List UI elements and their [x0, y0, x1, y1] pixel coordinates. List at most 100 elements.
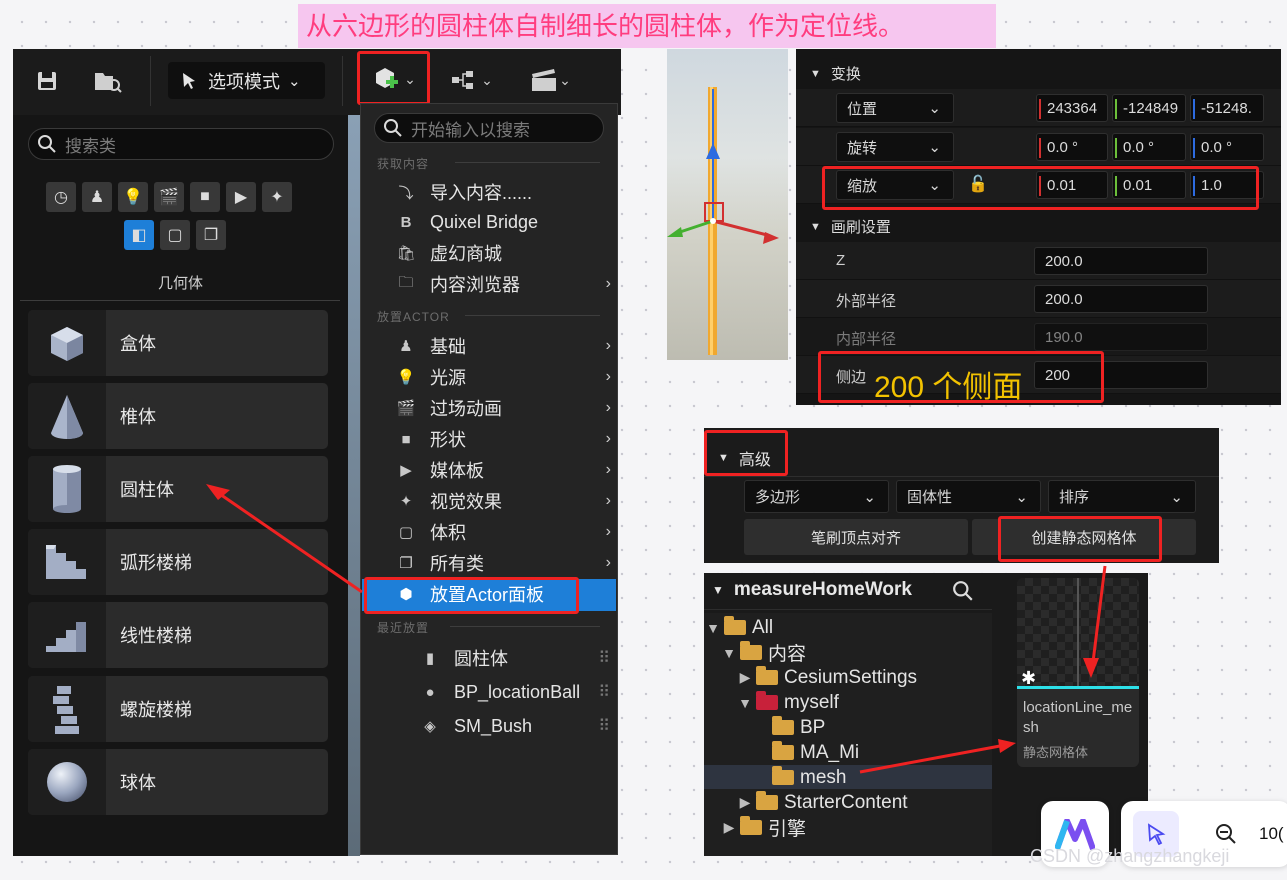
position-label: 位置	[847, 100, 878, 118]
rotation-dropdown[interactable]: 旋转 ⌄	[836, 132, 954, 162]
order-dropdown[interactable]: 排序 ⌄	[1048, 480, 1196, 513]
menu-item-place-actor-panel[interactable]: ⬢ 放置Actor面板	[396, 580, 611, 608]
caret-right-icon: ▶	[723, 819, 735, 835]
drag-handle-icon[interactable]: ⠿	[598, 716, 610, 736]
add-actor-button[interactable]: ⌄	[366, 60, 422, 98]
recent-icon[interactable]: ◷	[46, 182, 76, 212]
z-row: Z 200.0	[796, 242, 1281, 280]
tree-item-myself[interactable]: ▼ myself	[738, 690, 839, 715]
brush-section-header[interactable]: ▼ 画刷设置	[810, 216, 891, 237]
blueprint-button[interactable]: ⌄	[446, 66, 498, 94]
all-classes-icon[interactable]: ❐	[196, 220, 226, 250]
tree-label: BP	[800, 716, 826, 738]
mode-selector[interactable]: 选项模式 ⌄	[168, 62, 325, 99]
cinematic-icon[interactable]: 🎬	[154, 182, 184, 212]
highlight-advanced-header	[704, 430, 788, 476]
folder-icon	[772, 766, 794, 785]
effects-icon[interactable]: ✦	[262, 182, 292, 212]
browse-icon[interactable]	[92, 66, 124, 96]
menu-item-recent-cylinder[interactable]: ▮ 圆柱体 ⠿	[420, 644, 610, 672]
tree-item-mesh[interactable]: mesh	[754, 765, 846, 790]
basic-icon[interactable]: ♟	[82, 182, 112, 212]
tree-item-engine[interactable]: ▶ 引擎	[722, 815, 806, 840]
chevron-down-icon: ⌄	[288, 72, 301, 90]
menu-item-cinematics[interactable]: 🎬 过场动画 ›	[396, 394, 611, 422]
tree-item-starter[interactable]: ▶ StarterContent	[738, 790, 908, 815]
shape-item-spiral-stair[interactable]: 螺旋楼梯	[28, 676, 328, 742]
basic-icon: ♟	[399, 338, 413, 355]
caption-banner: 从六边形的圆柱体自制细长的圆柱体，作为定位线。	[298, 4, 996, 48]
shape-label: 弧形楼梯	[120, 553, 192, 573]
folder-icon	[756, 791, 778, 810]
z-label: Z	[836, 252, 846, 269]
menu-item-lights[interactable]: 💡 光源 ›	[396, 363, 611, 391]
browse-icon: 🗀	[398, 273, 414, 291]
rotation-x-field[interactable]: 0.0 °	[1036, 133, 1108, 161]
drag-handle-icon[interactable]: ⠿	[598, 648, 610, 668]
polygon-dropdown[interactable]: 多边形 ⌄	[744, 480, 889, 513]
menu-item-volumes[interactable]: ▢ 体积 ›	[396, 518, 611, 546]
folder-open-icon	[724, 616, 746, 635]
menu-item-media[interactable]: ▶ 媒体板 ›	[396, 456, 611, 484]
transform-section-header[interactable]: ▼ 变换	[810, 63, 861, 84]
inner-radius-label: 内部半径	[836, 331, 897, 348]
caret-down-icon: ▼	[712, 583, 724, 597]
class-search-input[interactable]: 搜索类	[28, 128, 334, 160]
geometry-icon[interactable]: ◧	[124, 220, 154, 250]
position-x-field[interactable]: 243364	[1036, 94, 1108, 122]
class-search-placeholder: 搜索类	[65, 136, 116, 156]
menu-search-input[interactable]: 开始输入以搜索	[374, 113, 604, 143]
tree-item-content[interactable]: ▼ 内容	[722, 640, 806, 665]
menu-item-content-browser[interactable]: 🗀 内容浏览器 ›	[396, 270, 611, 298]
annotation-arrow-left	[206, 484, 363, 594]
cinematics-button[interactable]: ⌄	[522, 64, 578, 96]
rotation-y-field[interactable]: 0.0 °	[1112, 133, 1186, 161]
lights-icon[interactable]: 💡	[118, 182, 148, 212]
shape-item-linear-stair[interactable]: 线性楼梯	[28, 602, 328, 668]
caret-right-icon: ▶	[739, 669, 751, 685]
z-field[interactable]: 200.0	[1034, 247, 1208, 275]
drag-handle-icon[interactable]: ⠿	[598, 682, 610, 702]
menu-item-shapes[interactable]: ■ 形状 ›	[396, 425, 611, 453]
tree-item-bp[interactable]: BP	[754, 715, 825, 740]
chevron-right-icon: ›	[605, 523, 611, 540]
position-dropdown[interactable]: 位置 ⌄	[836, 93, 954, 123]
outer-radius-field[interactable]: 200.0	[1034, 285, 1208, 313]
dropdown-label: 排序	[1059, 489, 1090, 506]
details-panel: ▼ 变换 位置 ⌄ 243364 -124849 -51248. 旋转 ⌄ 0.0 …	[796, 49, 1281, 405]
shape-item-cone[interactable]: 椎体	[28, 383, 328, 449]
volume-icon: ▢	[398, 524, 414, 541]
inner-radius-field: 190.0	[1034, 323, 1208, 351]
volumes-icon[interactable]: ▢	[160, 220, 190, 250]
position-row: 位置 ⌄ 243364 -124849 -51248.	[796, 89, 1281, 127]
position-y-field[interactable]: -124849	[1112, 94, 1186, 122]
shape-item-sphere[interactable]: 球体	[28, 749, 328, 815]
mode-label: 选项模式	[208, 71, 280, 92]
menu-item-recent-ball[interactable]: ● BP_locationBall ⠿	[420, 678, 610, 706]
menu-item-recent-bush[interactable]: ◈ SM_Bush ⠿	[420, 712, 610, 740]
menu-item-quixel[interactable]: B Quixel Bridge	[396, 208, 611, 236]
menu-item-effects[interactable]: ✦ 视觉效果 ›	[396, 487, 611, 515]
shape-label: 线性楼梯	[120, 626, 192, 646]
media-icon[interactable]: ▶	[226, 182, 256, 212]
position-z-field[interactable]: -51248.	[1190, 94, 1264, 122]
menu-item-label: 视觉效果	[430, 492, 502, 512]
shape-label: 圆柱体	[120, 480, 174, 500]
value-text: 243364	[1047, 99, 1098, 117]
align-brush-vertices-button[interactable]: 笔刷顶点对齐	[744, 519, 968, 555]
menu-item-label: 放置Actor面板	[430, 585, 545, 605]
tree-item-all[interactable]: ▼ All	[706, 615, 773, 640]
rotation-z-field[interactable]: 0.0 °	[1190, 133, 1264, 161]
zoom-out-icon[interactable]	[1214, 822, 1238, 846]
menu-item-marketplace[interactable]: 🛍 虚幻商城	[396, 239, 611, 267]
shapes-icon[interactable]: ■	[190, 182, 220, 212]
menu-item-all-classes[interactable]: ❐ 所有类 ›	[396, 549, 611, 577]
menu-item-basic[interactable]: ♟ 基础 ›	[396, 332, 611, 360]
shape-item-box[interactable]: 盒体	[28, 310, 328, 376]
menu-item-import[interactable]: ⤵ 导入内容......	[396, 178, 611, 206]
menu-search-placeholder: 开始输入以搜索	[411, 120, 530, 140]
solidity-dropdown[interactable]: 固体性 ⌄	[896, 480, 1041, 513]
tree-label: All	[752, 616, 774, 638]
save-icon[interactable]	[32, 66, 62, 96]
value-text: -51248.	[1201, 99, 1252, 117]
